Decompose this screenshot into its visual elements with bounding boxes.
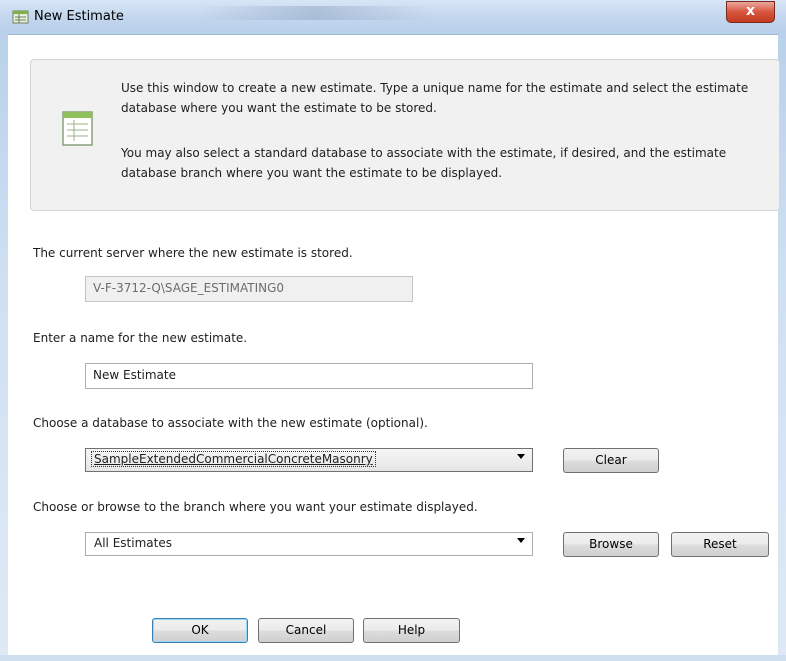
window-title: New Estimate <box>34 9 124 24</box>
reset-button[interactable]: Reset <box>671 532 769 557</box>
browse-button[interactable]: Browse <box>563 532 659 557</box>
help-button[interactable]: Help <box>363 618 460 643</box>
branch-label: Choose or browse to the branch where you… <box>33 500 478 514</box>
info-text-2: You may also select a standard database … <box>121 146 727 180</box>
estimate-name-input[interactable]: New Estimate <box>85 363 533 389</box>
estimate-document-icon <box>62 111 93 146</box>
cancel-button[interactable]: Cancel <box>258 618 354 643</box>
database-dropdown[interactable]: SampleExtendedCommercialConcreteMasonry <box>85 448 533 472</box>
ok-button[interactable]: OK <box>152 618 248 643</box>
server-label: The current server where the new estimat… <box>33 246 353 260</box>
app-estimate-icon <box>12 10 29 24</box>
branch-selected-value: All Estimates <box>94 536 172 550</box>
title-bar-background-blur <box>200 6 430 20</box>
name-label: Enter a name for the new estimate. <box>33 331 248 345</box>
info-text-1: Use this window to create a new estimate… <box>121 81 749 115</box>
info-panel: Use this window to create a new estimate… <box>30 59 780 211</box>
close-icon: x <box>745 3 756 19</box>
window-frame-left <box>0 34 8 661</box>
dialog-body: Use this window to create a new estimate… <box>8 35 780 655</box>
window-frame-bottom <box>0 655 786 661</box>
branch-dropdown[interactable]: All Estimates <box>85 532 533 556</box>
close-button[interactable]: x <box>726 1 775 23</box>
clear-button[interactable]: Clear <box>563 448 659 473</box>
chevron-down-icon <box>517 454 525 459</box>
database-label: Choose a database to associate with the … <box>33 416 428 430</box>
server-field: V-F-3712-Q\SAGE_ESTIMATING0 <box>85 276 413 302</box>
new-estimate-window: New Estimate x Use this window to create… <box>0 0 786 661</box>
chevron-down-icon <box>517 538 525 543</box>
title-bar[interactable]: New Estimate x <box>0 0 786 35</box>
database-selected-value: SampleExtendedCommercialConcreteMasonry <box>91 451 376 467</box>
